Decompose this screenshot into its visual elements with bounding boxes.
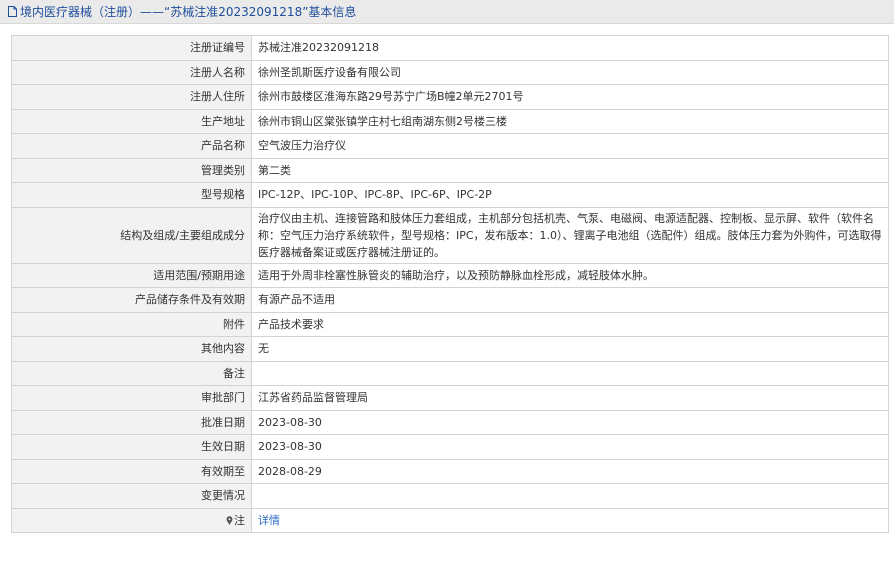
- row-value: 无: [251, 336, 889, 362]
- row-value: 2023-08-30: [251, 434, 889, 460]
- row-label: 管理类别: [11, 157, 252, 183]
- table-row: 注册证编号 苏械注准20232091218: [11, 35, 889, 61]
- row-label: 产品名称: [11, 133, 252, 159]
- row-label: 有效期至: [11, 458, 252, 484]
- pin-icon: [226, 516, 233, 525]
- row-value: 有源产品不适用: [251, 287, 889, 313]
- row-label: 产品储存条件及有效期: [11, 287, 252, 313]
- table-row: 有效期至 2028-08-29: [11, 458, 889, 484]
- page-header: 境内医疗器械（注册）——“苏械注准20232091218”基本信息: [0, 0, 894, 24]
- row-label: 批准日期: [11, 409, 252, 435]
- row-label: 备注: [11, 360, 252, 386]
- table-row: 审批部门 江苏省药品监督管理局: [11, 385, 889, 411]
- row-label: 生效日期: [11, 434, 252, 460]
- row-value: 第二类: [251, 157, 889, 183]
- row-value: 空气波压力治疗仪: [251, 133, 889, 159]
- table-row: 型号规格 IPC-12P、IPC-10P、IPC-8P、IPC-6P、IPC-2…: [11, 182, 889, 208]
- row-label: 注册人住所: [11, 84, 252, 110]
- info-table-container: 注册证编号 苏械注准20232091218 注册人名称 徐州圣凯斯医疗设备有限公…: [11, 35, 889, 533]
- row-value: 治疗仪由主机、连接管路和肢体压力套组成，主机部分包括机壳、气泵、电磁阀、电源适配…: [251, 206, 889, 264]
- table-row: 注册人名称 徐州圣凯斯医疗设备有限公司: [11, 59, 889, 85]
- row-value: 江苏省药品监督管理局: [251, 385, 889, 411]
- row-label: 其他内容: [11, 336, 252, 362]
- row-value: [251, 483, 889, 509]
- table-row: 产品储存条件及有效期 有源产品不适用: [11, 287, 889, 313]
- row-value: 2028-08-29: [251, 458, 889, 484]
- table-row: 变更情况: [11, 483, 889, 509]
- document-icon: [8, 6, 17, 17]
- table-row: 生效日期 2023-08-30: [11, 434, 889, 460]
- row-label: 附件: [11, 311, 252, 337]
- table-row: 生产地址 徐州市铜山区棠张镇学庄村七组南湖东侧2号楼三楼: [11, 108, 889, 134]
- table-row: 注册人住所 徐州市鼓楼区淮海东路29号苏宁广场B幢2单元2701号: [11, 84, 889, 110]
- row-label: 注册人名称: [11, 59, 252, 85]
- info-table: 注册证编号 苏械注准20232091218 注册人名称 徐州圣凯斯医疗设备有限公…: [11, 35, 889, 533]
- row-value: 产品技术要求: [251, 311, 889, 337]
- table-row-note: 注 详情: [11, 507, 889, 533]
- note-label: 注: [234, 513, 245, 527]
- table-row: 结构及组成/主要组成成分 治疗仪由主机、连接管路和肢体压力套组成，主机部分包括机…: [11, 206, 889, 264]
- row-label: 变更情况: [11, 483, 252, 509]
- row-value: [251, 360, 889, 386]
- page-title: 境内医疗器械（注册）——“苏械注准20232091218”基本信息: [20, 5, 357, 19]
- row-value: 徐州市铜山区棠张镇学庄村七组南湖东侧2号楼三楼: [251, 108, 889, 134]
- row-value: 2023-08-30: [251, 409, 889, 435]
- row-value: IPC-12P、IPC-10P、IPC-8P、IPC-6P、IPC-2P: [251, 182, 889, 208]
- table-row: 适用范围/预期用途 适用于外周非栓塞性脉管炎的辅助治疗，以及预防静脉血栓形成，减…: [11, 262, 889, 288]
- row-value: 适用于外周非栓塞性脉管炎的辅助治疗，以及预防静脉血栓形成，减轻肢体水肿。: [251, 262, 889, 288]
- table-row: 备注: [11, 360, 889, 386]
- row-label: 生产地址: [11, 108, 252, 134]
- table-row: 附件 产品技术要求: [11, 311, 889, 337]
- row-value: 徐州市鼓楼区淮海东路29号苏宁广场B幢2单元2701号: [251, 84, 889, 110]
- table-row: 批准日期 2023-08-30: [11, 409, 889, 435]
- detail-link[interactable]: 详情: [258, 514, 280, 527]
- table-row: 产品名称 空气波压力治疗仪: [11, 133, 889, 159]
- table-row: 其他内容 无: [11, 336, 889, 362]
- note-label-cell: 注: [11, 507, 252, 533]
- row-value: 苏械注准20232091218: [251, 35, 889, 61]
- row-label: 审批部门: [11, 385, 252, 411]
- row-label: 注册证编号: [11, 35, 252, 61]
- row-label: 型号规格: [11, 182, 252, 208]
- table-row: 管理类别 第二类: [11, 157, 889, 183]
- row-label: 适用范围/预期用途: [11, 262, 252, 288]
- row-label: 结构及组成/主要组成成分: [11, 206, 252, 264]
- note-value-cell: 详情: [251, 507, 889, 533]
- row-value: 徐州圣凯斯医疗设备有限公司: [251, 59, 889, 85]
